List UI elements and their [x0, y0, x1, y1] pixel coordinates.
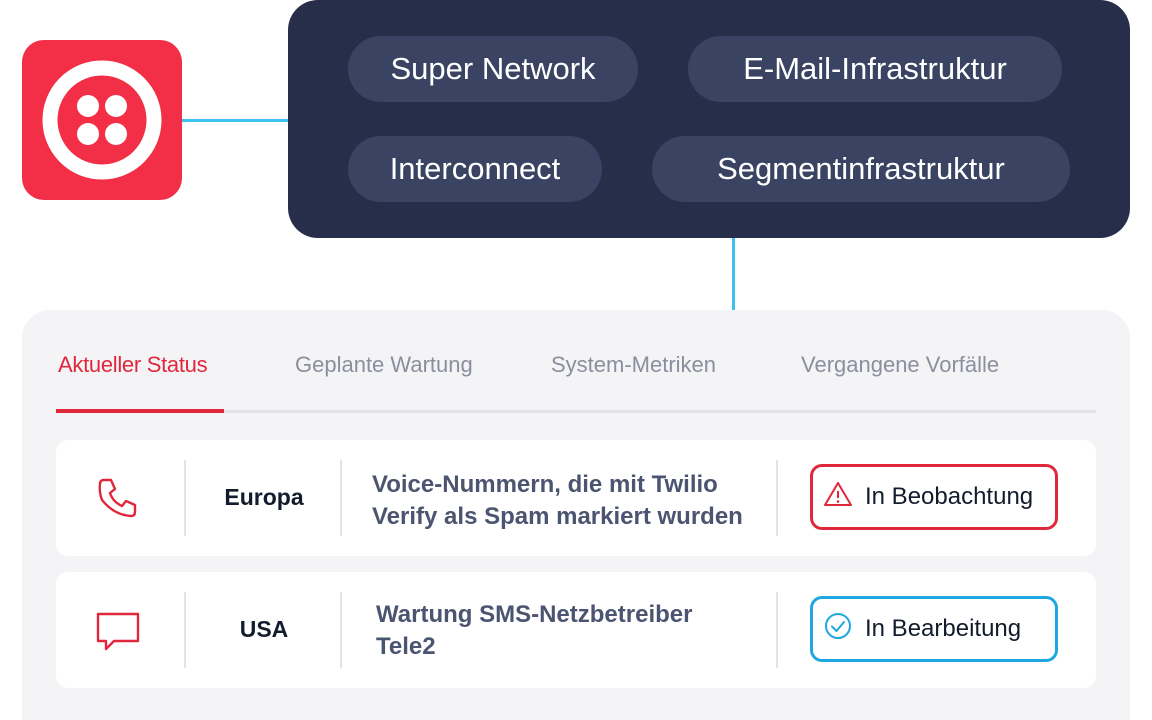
description-line: Wartung SMS-Netzbetreiber	[376, 601, 693, 628]
status-illustration: Super Network E-Mail-Infrastruktur Inter…	[0, 0, 1152, 720]
column-divider	[184, 460, 186, 536]
status-card: Aktueller Status Geplante Wartung System…	[22, 310, 1130, 720]
status-badge-label: In Beobachtung	[865, 483, 1034, 510]
column-divider	[776, 592, 778, 668]
connector-line	[732, 236, 735, 310]
description-line: Voice-Nummern, die mit Twilio	[372, 471, 718, 498]
infra-pill-email: E-Mail-Infrastruktur	[688, 36, 1062, 102]
active-tab-indicator	[56, 409, 224, 413]
phone-icon	[94, 474, 142, 527]
column-divider	[184, 592, 186, 668]
incident-description: Wartung SMS-Netzbetreiber Tele2	[376, 599, 776, 663]
column-divider	[340, 592, 342, 668]
column-divider	[776, 460, 778, 536]
warning-icon	[823, 480, 853, 515]
tab-scheduled-maintenance[interactable]: Geplante Wartung	[295, 352, 473, 378]
tab-current-status[interactable]: Aktueller Status	[58, 352, 208, 378]
connector-line	[182, 119, 290, 122]
incident-region: Europa	[224, 484, 304, 510]
twilio-logo	[22, 40, 182, 200]
infra-pill-super-network: Super Network	[348, 36, 638, 102]
status-tabs: Aktueller Status Geplante Wartung System…	[56, 310, 1096, 414]
status-badge: In Beobachtung	[810, 464, 1058, 530]
incident-region: USA	[239, 616, 289, 642]
description-line: Verify als Spam markiert wurden	[372, 503, 743, 530]
tab-past-incidents[interactable]: Vergangene Vorfälle	[801, 352, 999, 378]
check-circle-icon	[823, 611, 853, 648]
incident-row[interactable]: Europa Voice-Nummern, die mit Twilio Ver…	[56, 440, 1096, 556]
status-badge: In Bearbeitung	[810, 596, 1058, 662]
tab-system-metrics[interactable]: System-Metriken	[551, 352, 716, 378]
incident-row[interactable]: USA Wartung SMS-Netzbetreiber Tele2 In B…	[56, 572, 1096, 688]
message-icon	[94, 608, 142, 661]
description-line: Tele2	[376, 633, 436, 660]
column-divider	[340, 460, 342, 536]
incident-description: Voice-Nummern, die mit Twilio Verify als…	[372, 469, 772, 533]
infra-pill-segment: Segmentinfrastruktur	[652, 136, 1070, 202]
status-badge-label: In Bearbeitung	[865, 615, 1022, 642]
infra-pill-interconnect: Interconnect	[348, 136, 602, 202]
infrastructure-panel: Super Network E-Mail-Infrastruktur Inter…	[288, 0, 1130, 238]
